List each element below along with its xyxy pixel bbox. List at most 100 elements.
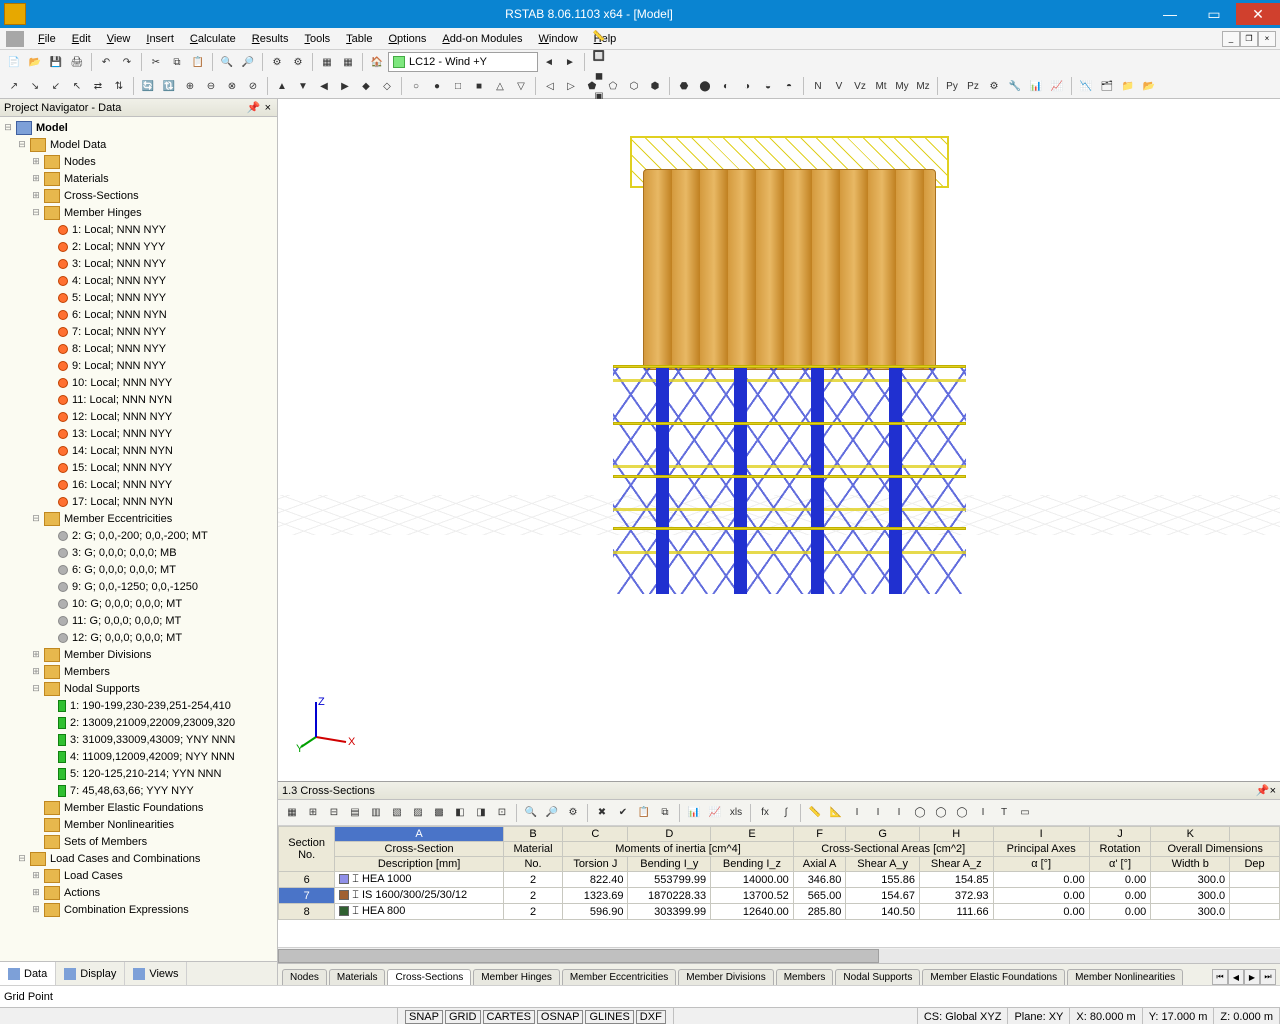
- nav-tab-display[interactable]: Display: [56, 962, 125, 985]
- snap-toggle-dxf[interactable]: DXF: [636, 1010, 666, 1024]
- menu-view[interactable]: View: [99, 31, 139, 47]
- tree-node[interactable]: 2: G; 0,0,-200; 0,0,-200; MT: [2, 527, 275, 544]
- tree-node[interactable]: 6: G; 0,0,0; 0,0,0; MT: [2, 561, 275, 578]
- menu-table[interactable]: Table: [338, 31, 380, 47]
- tree-node[interactable]: 9: G; 0,0,-1250; 0,0,-1250: [2, 578, 275, 595]
- menu-add-on-modules[interactable]: Add-on Modules: [434, 31, 530, 47]
- tree-node[interactable]: Sets of Members: [2, 833, 275, 850]
- menu-options[interactable]: Options: [380, 31, 434, 47]
- save-icon[interactable]: 💾: [46, 52, 66, 72]
- tree-node[interactable]: ⊞Materials: [2, 170, 275, 187]
- tree-toggle-icon[interactable]: ⊞: [30, 887, 42, 898]
- tree-node[interactable]: 16: Local; NNN NYY: [2, 476, 275, 493]
- table-tool-icon[interactable]: ⊡: [492, 803, 512, 823]
- print-icon[interactable]: 🖨: [67, 52, 87, 72]
- tree-node[interactable]: ⊞Actions: [2, 884, 275, 901]
- table-tool-icon[interactable]: ▩: [429, 803, 449, 823]
- menu-tools[interactable]: Tools: [296, 31, 338, 47]
- toolbar-icon[interactable]: V: [829, 76, 849, 96]
- tab-nav-icon[interactable]: ⏭: [1260, 969, 1276, 985]
- tree-node[interactable]: Member Elastic Foundations: [2, 799, 275, 816]
- tool-icon[interactable]: ⚙: [288, 52, 308, 72]
- loadcase-combo[interactable]: LC12 - Wind +Y: [388, 52, 538, 72]
- toolbar-icon[interactable]: 🔄: [138, 76, 158, 96]
- table-tool-icon[interactable]: I: [847, 803, 867, 823]
- toolbar-icon[interactable]: ⊘: [243, 76, 263, 96]
- menu-calculate[interactable]: Calculate: [182, 31, 244, 47]
- nav-tab-views[interactable]: Views: [125, 962, 187, 985]
- tab-nav-icon[interactable]: ▶: [1244, 969, 1260, 985]
- tree-toggle-icon[interactable]: ⊟: [2, 122, 14, 133]
- tree-node[interactable]: 12: Local; NNN NYY: [2, 408, 275, 425]
- tree-toggle-icon[interactable]: ⊞: [30, 173, 42, 184]
- toolbar-icon[interactable]: ○: [406, 76, 426, 96]
- table-tool-icon[interactable]: ▤: [345, 803, 365, 823]
- table-tool-icon[interactable]: ▨: [408, 803, 428, 823]
- tree-node[interactable]: ⊟Member Hinges: [2, 204, 275, 221]
- table-tab[interactable]: Member Divisions: [678, 969, 773, 985]
- redo-icon[interactable]: ↷: [117, 52, 137, 72]
- undo-icon[interactable]: ↶: [96, 52, 116, 72]
- table-tool-icon[interactable]: fx: [755, 803, 775, 823]
- tree-node[interactable]: 10: Local; NNN NYY: [2, 374, 275, 391]
- table-tab[interactable]: Nodal Supports: [835, 969, 920, 985]
- menu-results[interactable]: Results: [244, 31, 297, 47]
- toolbar-icon[interactable]: Pz: [963, 76, 983, 96]
- tree-toggle-icon[interactable]: ⊟: [16, 139, 28, 150]
- close-panel-icon[interactable]: ×: [1270, 785, 1276, 797]
- toolbar-icon[interactable]: ◒: [758, 76, 778, 96]
- snap-toggle-cartes[interactable]: CARTES: [483, 1010, 535, 1024]
- tree-node[interactable]: ⊞Member Divisions: [2, 646, 275, 663]
- copy-icon[interactable]: ⧉: [167, 52, 187, 72]
- toolbar-icon[interactable]: ◀: [314, 76, 334, 96]
- toolbar-icon[interactable]: ▼: [293, 76, 313, 96]
- tree-node[interactable]: 8: Local; NNN NYY: [2, 340, 275, 357]
- table-tool-icon[interactable]: 🔎: [542, 803, 562, 823]
- close-panel-icon[interactable]: ×: [263, 102, 273, 114]
- table-tab[interactable]: Member Hinges: [473, 969, 560, 985]
- table-row[interactable]: 6⌶ HEA 10002822.40553799.9914000.00346.8…: [279, 872, 1280, 888]
- table-tab[interactable]: Member Nonlinearities: [1067, 969, 1183, 985]
- snap-toggle-snap[interactable]: SNAP: [405, 1010, 443, 1024]
- tree-node[interactable]: 3: Local; NNN NYY: [2, 255, 275, 272]
- 3d-view[interactable]: X Y Z: [278, 99, 1280, 781]
- toolbar-icon[interactable]: 📈: [1047, 76, 1067, 96]
- toolbar-icon[interactable]: My: [892, 76, 912, 96]
- menu-edit[interactable]: Edit: [64, 31, 99, 47]
- tree-node[interactable]: 3: G; 0,0,0; 0,0,0; MB: [2, 544, 275, 561]
- table-tool-icon[interactable]: ▦: [282, 803, 302, 823]
- table-tool-icon[interactable]: I: [889, 803, 909, 823]
- toolbar-icon[interactable]: ●: [427, 76, 447, 96]
- tree-node[interactable]: 10: G; 0,0,0; 0,0,0; MT: [2, 595, 275, 612]
- table-tool-icon[interactable]: ◯: [952, 803, 972, 823]
- toolbar-icon[interactable]: ⬡: [624, 76, 644, 96]
- toolbar-icon[interactable]: △: [490, 76, 510, 96]
- table-row[interactable]: 8⌶ HEA 8002596.90303399.9912640.00285.80…: [279, 904, 1280, 920]
- tree-node[interactable]: 2: 13009,21009,22009,23009,320: [2, 714, 275, 731]
- tree-toggle-icon[interactable]: ⊟: [30, 207, 42, 218]
- mdi-minimize[interactable]: _: [1222, 31, 1240, 47]
- table-tool-icon[interactable]: ▭: [1015, 803, 1035, 823]
- maximize-button[interactable]: ▭: [1192, 3, 1236, 25]
- toolbar-icon[interactable]: ▽: [511, 76, 531, 96]
- toolbar-icon[interactable]: ⬤: [695, 76, 715, 96]
- table-tool-icon[interactable]: T: [994, 803, 1014, 823]
- toolbar-icon[interactable]: 📂: [1139, 76, 1159, 96]
- tree-node[interactable]: 14: Local; NNN NYN: [2, 442, 275, 459]
- table-tool-icon[interactable]: ▧: [387, 803, 407, 823]
- table-grid[interactable]: SectionNo.ABCDEFGHIJKCross-SectionMateri…: [278, 826, 1280, 947]
- toolbar-icon[interactable]: ⬣: [674, 76, 694, 96]
- snap-toggle-osnap[interactable]: OSNAP: [537, 1010, 584, 1024]
- find-icon[interactable]: 🔍: [217, 52, 237, 72]
- tree-node[interactable]: ⊞Combination Expressions: [2, 901, 275, 918]
- toolbar-icon[interactable]: ⇄: [88, 76, 108, 96]
- table-tool-icon[interactable]: ▥: [366, 803, 386, 823]
- table-tab[interactable]: Cross-Sections: [387, 969, 471, 985]
- toolbar-icon[interactable]: ◑: [737, 76, 757, 96]
- toolbar-icon[interactable]: ◓: [779, 76, 799, 96]
- snap-toggle-grid[interactable]: GRID: [445, 1010, 481, 1024]
- toolbar-icon[interactable]: 🔲: [589, 46, 609, 66]
- table-row[interactable]: 7⌶ IS 1600/300/25/30/1221323.691870228.3…: [279, 888, 1280, 904]
- toolbar-icon[interactable]: ◐: [716, 76, 736, 96]
- toolbar-icon[interactable]: ⊕: [180, 76, 200, 96]
